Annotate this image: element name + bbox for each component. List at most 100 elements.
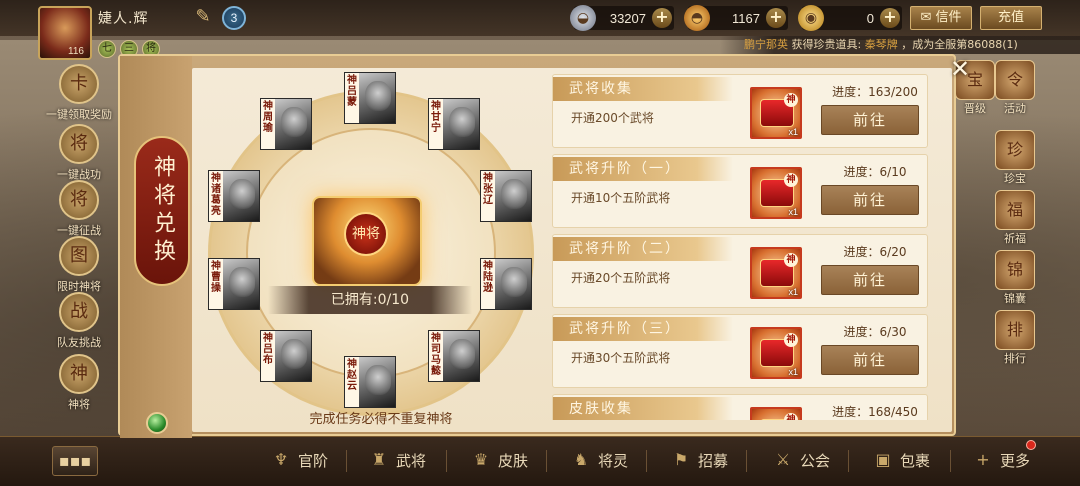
menu-icon: 卡 — [59, 64, 99, 104]
hero-card-lv-meng[interactable]: 神吕蒙 — [344, 72, 396, 124]
menu-icon: 排 — [995, 310, 1035, 350]
task-row: 武将升阶（一） 开通10个五阶武将 神 x1 进度：6/10 前往 — [552, 154, 928, 228]
nav-more[interactable]: + 更多 — [972, 446, 1030, 474]
nav-generals[interactable]: ♜ 武将 — [368, 446, 426, 474]
currency-treasure: ◉ 0 + — [798, 5, 902, 31]
hero-card-zhou-yu[interactable]: 神周瑜 — [260, 98, 312, 150]
recharge-button[interactable]: 充值 — [980, 6, 1042, 30]
close-button[interactable]: ✕ — [945, 55, 975, 85]
announce-middle: 获得珍贵道具: — [791, 38, 862, 51]
hero-name: 神吕蒙 — [345, 73, 359, 123]
hero-portrait — [229, 179, 255, 209]
menu-icon: 珍 — [995, 130, 1035, 170]
right-menu-item[interactable]: 珍 珍宝 — [990, 130, 1040, 186]
hero-card-lv-bu[interactable]: 神吕布 — [260, 330, 312, 382]
menu-icon: 神 — [59, 354, 99, 394]
task-progress: 进度：6/20 — [843, 245, 907, 259]
reward-chest[interactable]: 神 x1 — [750, 87, 802, 139]
left-menu-item[interactable]: 神 神将 — [40, 354, 118, 414]
left-menu-item[interactable]: 将 一键征战 — [40, 180, 118, 240]
left-menu-item[interactable]: 战 队友挑战 — [40, 292, 118, 352]
chat-icon: ▪▪▪ — [58, 451, 92, 470]
reward-chest[interactable]: 神 x1 — [750, 327, 802, 379]
nav-spirits[interactable]: ♞ 将灵 — [570, 446, 628, 474]
nav-label: 官阶 — [298, 451, 329, 470]
task-title: 武将收集 — [553, 77, 733, 101]
task-description: 开通30个五阶武将 — [571, 351, 671, 365]
reward-quantity: x1 — [788, 367, 798, 377]
vip-badge[interactable]: 3 — [222, 6, 246, 30]
go-button[interactable]: 前往 — [821, 105, 919, 135]
chat-button[interactable]: ▪▪▪ — [52, 446, 98, 476]
hero-name: 神吕布 — [261, 331, 275, 381]
task-progress: 进度：163/200 — [832, 85, 918, 99]
task-list[interactable]: 武将收集 开通200个武将 神 x1 进度：163/200 前往 武将升阶（一）… — [552, 70, 928, 420]
divider — [950, 450, 951, 472]
menu-label: 一键领取奖励 — [46, 108, 112, 121]
hero-name: 神周瑜 — [261, 99, 275, 149]
task-row: 武将收集 开通200个武将 神 x1 进度：163/200 前往 — [552, 74, 928, 148]
task-row: 武将升阶（二） 开通20个五阶武将 神 x1 进度：6/20 前往 — [552, 234, 928, 308]
rank-icon: ♆ — [273, 450, 289, 469]
hero-card-zhao-yun[interactable]: 神赵云 — [344, 356, 396, 408]
add-treasure-button[interactable]: + — [880, 8, 900, 28]
jade-ornament-icon — [146, 412, 168, 434]
currency-value: 33207 — [609, 10, 646, 26]
right-menu-item[interactable]: 排 排行 — [990, 310, 1040, 366]
mail-button[interactable]: ✉ 信件 — [910, 6, 972, 30]
task-description: 开通200个武将 — [571, 111, 654, 125]
divider — [446, 450, 447, 472]
modal-title-plaque: 神将兑换 — [134, 136, 190, 286]
left-menu-item[interactable]: 图 限时神将 — [40, 236, 118, 296]
nav-recruit[interactable]: ⚑ 招募 — [670, 446, 728, 474]
nav-bag[interactable]: ▣ 包裹 — [872, 446, 930, 474]
owned-count: 已拥有:0/10 — [268, 286, 472, 314]
task-title: 皮肤收集 — [553, 397, 733, 420]
left-menu-item[interactable]: 将 一键战功 — [40, 124, 118, 184]
task-row: 皮肤收集 神 x1 进度：168/450 前往 — [552, 394, 928, 420]
task-progress: 进度：6/30 — [843, 325, 907, 339]
quill-icon[interactable]: ✎ — [192, 6, 214, 28]
go-button[interactable]: 前往 — [821, 265, 919, 295]
task-title: 武将升阶（三） — [553, 317, 733, 341]
reward-chest[interactable]: 神 x1 — [750, 167, 802, 219]
hero-card-zhuge-liang[interactable]: 神诸葛亮 — [208, 170, 260, 222]
right-menu-item[interactable]: 令 活动 — [990, 60, 1040, 116]
nav-guild[interactable]: ⚔ 公会 — [772, 446, 830, 474]
menu-icon: 将 — [59, 124, 99, 164]
reward-chest[interactable]: 神 x1 — [750, 407, 802, 420]
silver-ingot-icon: ◒ — [570, 5, 596, 31]
add-silver-button[interactable]: + — [652, 8, 672, 28]
nav-label: 更多 — [1000, 451, 1031, 470]
spirit-icon: ♞ — [573, 450, 589, 469]
reward-chest[interactable]: 神 x1 — [750, 247, 802, 299]
mail-label: 信件 — [935, 10, 962, 25]
menu-icon: 锦 — [995, 250, 1035, 290]
right-menu-item[interactable]: 锦 锦囊 — [990, 250, 1040, 306]
announce-item: 秦琴牌 — [864, 38, 898, 51]
menu-icon: 令 — [995, 60, 1035, 100]
player-name: 婕人.辉 — [98, 11, 149, 27]
task-description: 开通10个五阶武将 — [571, 191, 671, 205]
divider — [346, 450, 347, 472]
hero-card-sima-yi[interactable]: 神司马懿 — [428, 330, 480, 382]
hero-card-zhang-liao[interactable]: 神张辽 — [480, 170, 532, 222]
reward-tag: 神 — [784, 413, 798, 420]
go-button[interactable]: 前往 — [821, 185, 919, 215]
hero-card-gan-ning[interactable]: 神甘宁 — [428, 98, 480, 150]
modal-title: 神将兑换 — [150, 155, 175, 267]
add-gold-button[interactable]: + — [766, 8, 786, 28]
left-menu-item[interactable]: 卡 一键领取奖励 — [40, 64, 118, 124]
right-menu-item[interactable]: 福 祈福 — [990, 190, 1040, 246]
menu-icon: 将 — [59, 180, 99, 220]
announce-prefix: 鹏宁那英 — [744, 38, 788, 51]
nav-rank[interactable]: ♆ 官阶 — [270, 446, 328, 474]
plus-icon: + — [976, 450, 990, 469]
currency-silver: ◒ 33207 + — [570, 5, 674, 31]
hero-card-lu-xun[interactable]: 神陆逊 — [480, 258, 532, 310]
divider — [546, 450, 547, 472]
hero-card-cao-cao[interactable]: 神曹操 — [208, 258, 260, 310]
status-badge[interactable]: 七 — [98, 40, 116, 58]
go-button[interactable]: 前往 — [821, 345, 919, 375]
nav-skins[interactable]: ♛ 皮肤 — [470, 446, 528, 474]
